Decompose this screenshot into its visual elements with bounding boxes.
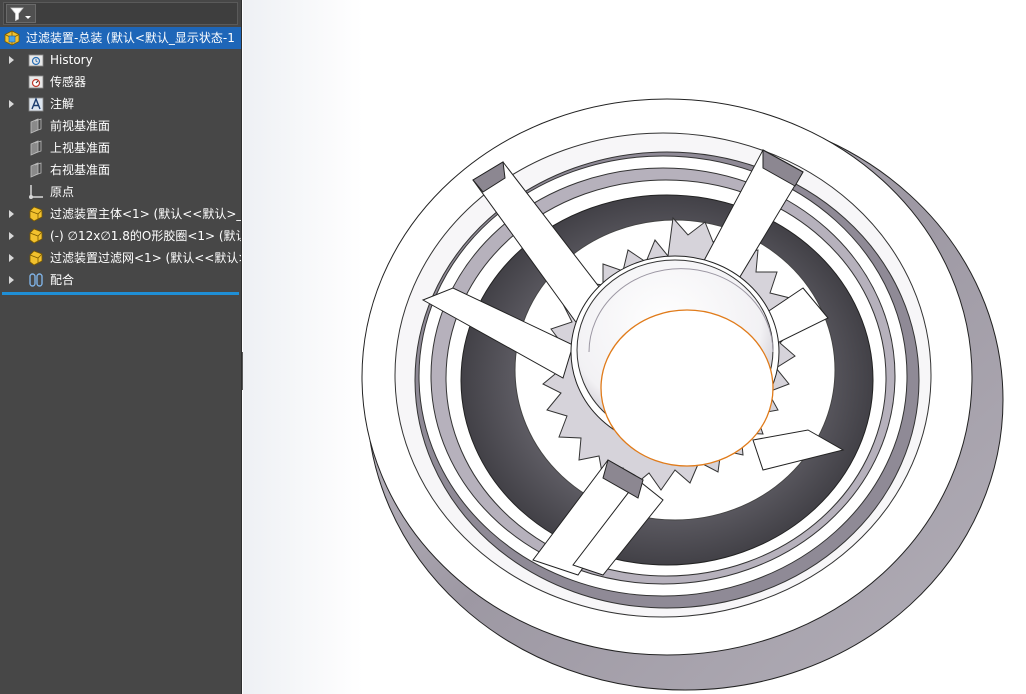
filter-icon: [10, 7, 31, 22]
tree-item-part-o-ring[interactable]: (-) ∅12x∅1.8的O形胶圈<1> (默认: [0, 225, 241, 247]
tree-item-mates[interactable]: 配合: [0, 269, 241, 291]
history-folder-icon: [28, 54, 44, 67]
assembly-icon: [4, 30, 20, 46]
part-icon: [29, 228, 43, 244]
tree-item-label: 过滤装置过滤网<1> (默认<<默认>: [50, 251, 241, 265]
tree-divider: [2, 292, 239, 295]
tree-item-sensors[interactable]: 传感器: [0, 71, 241, 93]
selected-edge-highlight[interactable]: [600, 309, 774, 467]
tree-item-label: History: [50, 53, 93, 67]
annotation-icon: [28, 97, 44, 112]
tree-item-label: 注解: [50, 97, 75, 111]
expand-arrow-icon[interactable]: [9, 56, 14, 64]
plane-icon: [30, 140, 42, 156]
plane-icon: [30, 118, 42, 134]
tree-item-label: 原点: [50, 185, 75, 199]
tree-root-assembly[interactable]: 过滤装置-总装 (默认<默认_显示状态-1: [0, 27, 241, 49]
tree-item-annotations[interactable]: 注解: [0, 93, 241, 115]
origin-icon: [29, 185, 43, 199]
expand-arrow-icon[interactable]: [9, 100, 14, 108]
mates-icon: [29, 273, 43, 287]
tree-item-label: 前视基准面: [50, 119, 111, 133]
plane-icon: [30, 162, 42, 178]
tree-item-top-plane[interactable]: 上视基准面: [0, 137, 241, 159]
expand-arrow-icon[interactable]: [9, 276, 14, 284]
tree-item-label: 传感器: [50, 75, 87, 89]
model-view[interactable]: [243, 0, 1026, 694]
feature-tree-panel: 过滤装置-总装 (默认<默认_显示状态-1 History 传感器 注解 前视基…: [0, 0, 242, 694]
graphics-area[interactable]: [243, 0, 1026, 694]
part-icon: [29, 206, 43, 222]
tree-filter-bar: [3, 2, 238, 25]
tree-item-origin[interactable]: 原点: [0, 181, 241, 203]
tree-item-label: 上视基准面: [50, 141, 111, 155]
sensor-icon: [28, 75, 44, 89]
filter-button[interactable]: [6, 4, 36, 23]
tree-item-part-filter-body[interactable]: 过滤装置主体<1> (默认<<默认>_显: [0, 203, 241, 225]
expand-arrow-icon[interactable]: [9, 232, 14, 240]
tree-item-right-plane[interactable]: 右视基准面: [0, 159, 241, 181]
tree-item-history[interactable]: History: [0, 49, 241, 71]
expand-arrow-icon[interactable]: [9, 254, 14, 262]
tree-item-label: 过滤装置主体<1> (默认<<默认>_显: [50, 207, 241, 221]
tree-item-label: 配合: [50, 273, 75, 287]
tree-root-label: 过滤装置-总装 (默认<默认_显示状态-1: [26, 31, 235, 45]
part-icon: [29, 250, 43, 266]
tree-item-label: 右视基准面: [50, 163, 111, 177]
expand-arrow-icon[interactable]: [9, 210, 14, 218]
tree-item-front-plane[interactable]: 前视基准面: [0, 115, 241, 137]
tree-item-part-filter-mesh[interactable]: 过滤装置过滤网<1> (默认<<默认>: [0, 247, 241, 269]
tree-item-label: (-) ∅12x∅1.8的O形胶圈<1> (默认: [50, 229, 241, 243]
